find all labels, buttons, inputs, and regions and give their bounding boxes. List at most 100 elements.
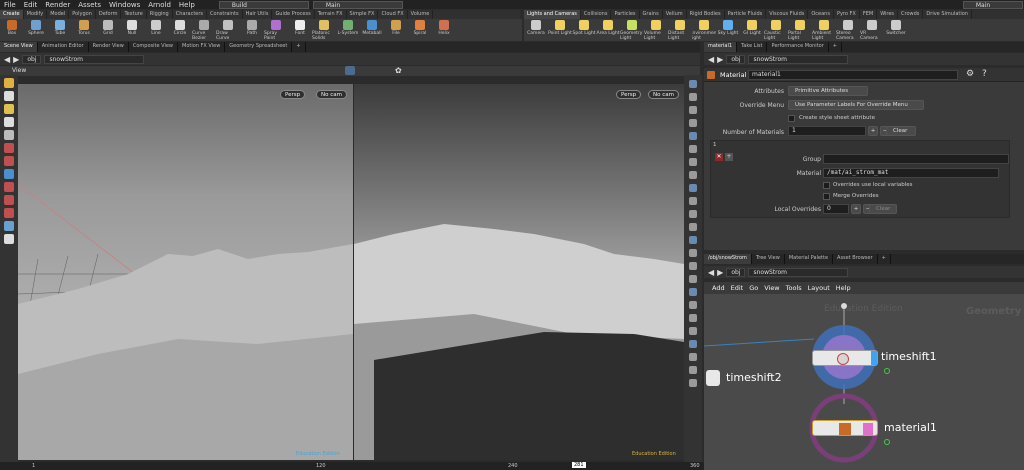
left-tool-icon[interactable] <box>4 143 14 153</box>
pane-tab[interactable]: Render View <box>89 42 129 52</box>
display-option-icon[interactable] <box>689 379 697 387</box>
tool-right-3[interactable]: Area Light <box>596 19 620 41</box>
display-option-icon[interactable] <box>689 340 697 348</box>
tool-left-7[interactable]: Circle <box>168 19 192 41</box>
pane-tab-material1[interactable]: material1 <box>704 42 738 52</box>
shelf-tab[interactable]: Model <box>47 10 70 19</box>
material1-node[interactable] <box>812 420 878 436</box>
node-name-field[interactable]: material1 <box>748 70 958 80</box>
display-option-icon[interactable] <box>689 132 697 140</box>
add-instance-button[interactable]: + <box>868 126 878 136</box>
desktop-select-3[interactable]: Main <box>962 0 1023 9</box>
tool-left-13[interactable]: Platonic Solids <box>312 19 336 41</box>
pane-tab[interactable]: Performance Monitor <box>767 42 829 52</box>
remove-block-icon[interactable]: ✕ <box>715 153 723 161</box>
tool-left-3[interactable]: Torus <box>72 19 96 41</box>
tool-left-16[interactable]: File <box>384 19 408 41</box>
num-materials-field[interactable]: 1 <box>788 126 866 136</box>
net-tab[interactable]: Asset Browser <box>833 254 878 264</box>
left-tool-icon[interactable] <box>4 221 14 231</box>
persp-menu[interactable]: Persp <box>280 90 306 99</box>
net-tab[interactable]: Material Palette <box>785 254 834 264</box>
tool-left-1[interactable]: Sphere <box>24 19 48 41</box>
display-option-icon[interactable] <box>689 236 697 244</box>
shelf-tab[interactable]: Texture <box>121 10 147 19</box>
tool-right-4[interactable]: Geometry Light <box>620 19 644 41</box>
net-tab[interactable]: Tree View <box>752 254 785 264</box>
desktop-select-2[interactable]: Main <box>312 0 403 9</box>
forward-arrow-icon[interactable]: ▶ <box>13 55 19 64</box>
tool-left-17[interactable]: Spiral <box>408 19 432 41</box>
style-sheet-checkbox[interactable] <box>788 115 795 122</box>
desktop-select[interactable]: Build <box>218 0 309 9</box>
gear-icon[interactable]: ⚙ <box>966 69 974 79</box>
material-path-field[interactable]: /mat/ai_strom_mat <box>823 168 999 178</box>
pane-tab[interactable]: Composite View <box>129 42 178 52</box>
left-tool-icon[interactable] <box>4 234 14 244</box>
camera-menu-2[interactable]: No cam <box>648 90 679 99</box>
display-option-icon[interactable] <box>689 210 697 218</box>
net-menu-layout[interactable]: Layout <box>808 282 830 294</box>
shelf-tab[interactable]: Lights and Cameras <box>524 10 581 19</box>
tool-left-0[interactable]: Box <box>0 19 24 41</box>
tool-left-18[interactable]: Helix <box>432 19 456 41</box>
display-option-icon[interactable] <box>689 145 697 153</box>
pane-tab[interactable]: Motion FX View <box>178 42 226 52</box>
timeshift2-node[interactable] <box>706 370 720 386</box>
left-tool-icon[interactable] <box>4 78 14 88</box>
add-override-button[interactable]: + <box>851 204 861 214</box>
shelf-tab[interactable]: Constraints <box>207 10 243 19</box>
tool-right-10[interactable]: Caustic Light <box>764 19 788 41</box>
pane-tab-scene-view[interactable]: Scene View <box>0 42 38 52</box>
shelf-tab[interactable]: Cloud FX <box>378 10 408 19</box>
display-option-icon[interactable] <box>689 80 697 88</box>
display-option-icon[interactable] <box>689 171 697 179</box>
shelf-tab[interactable]: Crowds <box>898 10 924 19</box>
display-option-icon[interactable] <box>689 327 697 335</box>
tool-left-11[interactable]: Spray Paint <box>264 19 288 41</box>
menu-file[interactable]: File <box>0 1 20 9</box>
node-info-icon[interactable] <box>884 368 890 374</box>
display-option-icon[interactable] <box>689 353 697 361</box>
bypass-flag-icon[interactable] <box>863 423 873 435</box>
shelf-tab[interactable]: Rigging <box>147 10 173 19</box>
display-option-icon[interactable] <box>689 158 697 166</box>
tool-right-14[interactable]: VR Camera <box>860 19 884 41</box>
left-tool-icon[interactable] <box>4 104 14 114</box>
attributes-menu[interactable]: Primitive Attributes <box>788 86 868 96</box>
forward-arrow-icon[interactable]: ▶ <box>717 268 723 277</box>
add-tab-icon[interactable]: + <box>878 254 891 264</box>
tool-left-14[interactable]: L-System <box>336 19 360 41</box>
display-option-icon[interactable] <box>689 275 697 283</box>
help-icon[interactable]: ? <box>982 69 987 79</box>
tool-right-2[interactable]: Spot Light <box>572 19 596 41</box>
shelf-tab[interactable]: Particle Fluids <box>725 10 767 19</box>
net-menu-add[interactable]: Add <box>712 282 725 294</box>
left-tool-icon[interactable] <box>4 117 14 127</box>
net-menu-view[interactable]: View <box>764 282 779 294</box>
tool-left-8[interactable]: Curve Bezier <box>192 19 216 41</box>
shelf-tab[interactable]: Modify <box>24 10 48 19</box>
left-tool-icon[interactable] <box>4 91 14 101</box>
left-tool-icon[interactable] <box>4 169 14 179</box>
net-menu-help[interactable]: Help <box>836 282 851 294</box>
back-arrow-icon[interactable]: ◀ <box>708 55 714 64</box>
display-option-icon[interactable] <box>689 314 697 322</box>
path-obj[interactable]: obj <box>726 267 746 277</box>
local-overrides-field[interactable]: 0 <box>823 204 849 214</box>
tool-left-5[interactable]: Null <box>120 19 144 41</box>
insert-block-icon[interactable]: + <box>725 153 733 161</box>
override-menu[interactable]: Use Parameter Labels For Override Menu <box>788 100 924 110</box>
timeline-bar[interactable]: 1 120 240 281 360 <box>0 462 704 470</box>
shelf-tab[interactable]: Viscous Fluids <box>766 10 809 19</box>
merge-overrides-checkbox[interactable] <box>823 193 830 200</box>
tool-right-5[interactable]: Volume Light <box>644 19 668 41</box>
tool-right-6[interactable]: Distant Light <box>668 19 692 41</box>
back-arrow-icon[interactable]: ◀ <box>708 268 714 277</box>
tool-right-9[interactable]: GI Light <box>740 19 764 41</box>
camera-lock-icon[interactable] <box>345 66 355 75</box>
pane-tab[interactable]: Animation Editor <box>38 42 89 52</box>
display-option-icon[interactable] <box>689 197 697 205</box>
net-menu-edit[interactable]: Edit <box>731 282 744 294</box>
menu-arnold[interactable]: Arnold <box>144 1 175 9</box>
